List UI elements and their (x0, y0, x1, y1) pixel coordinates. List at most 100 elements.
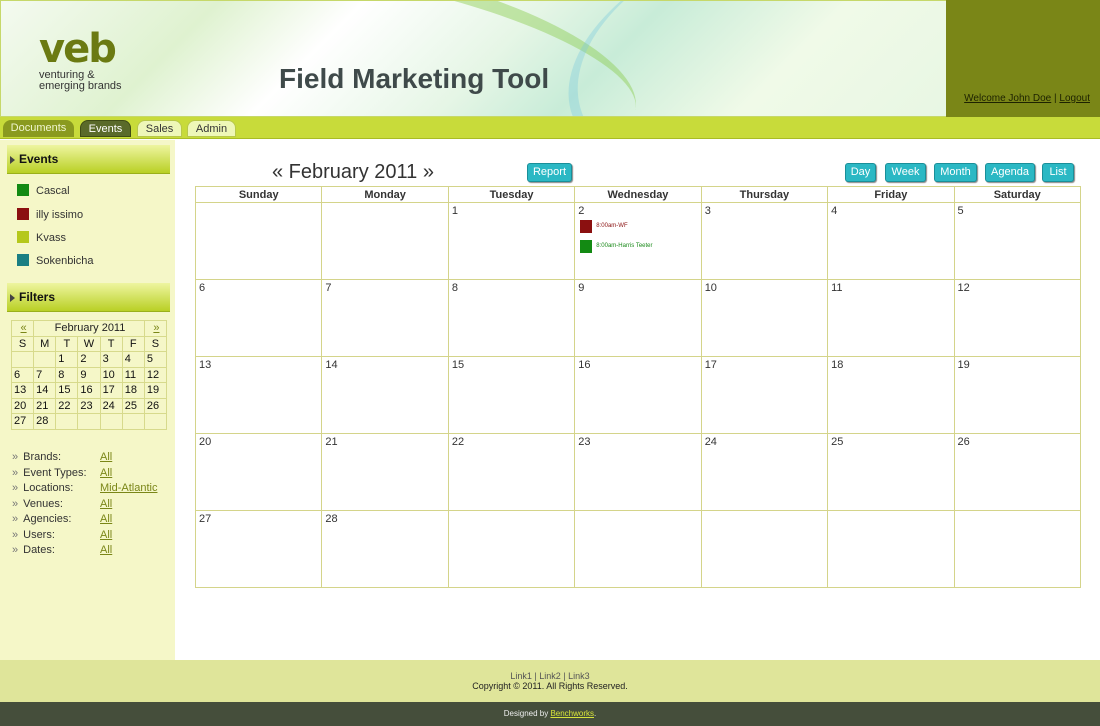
calendar-day-cell[interactable]: 11 (827, 279, 955, 357)
calendar-day-cell[interactable]: 23 (574, 433, 702, 511)
footer-link-2[interactable]: Link2 (539, 671, 561, 681)
mini-cal-day[interactable]: 26 (143, 397, 168, 414)
veb-logo[interactable]: veb venturing & emerging brands (39, 29, 149, 101)
mini-cal-day[interactable]: 9 (77, 366, 101, 383)
calendar-day-cell[interactable]: 5 (953, 202, 1082, 280)
calendar-day-cell[interactable]: 20 (194, 433, 323, 511)
mini-cal-day[interactable]: 3 (99, 351, 123, 368)
calendar-day-cell[interactable] (827, 510, 955, 588)
mini-cal-day[interactable]: 10 (99, 366, 123, 383)
mini-cal-day[interactable]: 20 (10, 397, 35, 414)
filter-value-link[interactable]: All (100, 513, 112, 525)
calendar-day-cell[interactable]: 1 (447, 202, 576, 280)
calendar-day-cell[interactable]: 25 (827, 433, 955, 511)
calendar-day-cell[interactable] (574, 510, 702, 588)
mini-cal-day[interactable]: 13 (10, 382, 35, 399)
mini-cal-day[interactable]: 18 (121, 382, 145, 399)
month-view-button[interactable]: Month (934, 163, 977, 182)
agenda-view-button[interactable]: Agenda (985, 163, 1035, 182)
brand-item-sokenbicha[interactable]: Sokenbicha (17, 254, 94, 268)
designer-link[interactable]: Benchworks (550, 709, 594, 718)
mini-cal-day[interactable]: 12 (143, 366, 168, 383)
mini-cal-day[interactable]: 5 (143, 351, 168, 368)
mini-cal-day[interactable]: 16 (77, 382, 101, 399)
mini-cal-day[interactable]: 2 (77, 351, 101, 368)
calendar-day-cell[interactable]: 13 (194, 356, 323, 434)
mini-cal-day[interactable]: 17 (99, 382, 123, 399)
calendar-day-cell[interactable]: 8 (447, 279, 576, 357)
calendar-day-cell[interactable]: 3 (700, 202, 829, 280)
calendar-day-cell[interactable]: 2 8:00am-WF 8:00am-Harris Teeter (574, 202, 702, 280)
calendar-day-cell[interactable]: 6 (194, 279, 323, 357)
brand-item-cascal[interactable]: Cascal (17, 184, 70, 198)
calendar-day-cell[interactable]: 28 (321, 510, 449, 588)
calendar-day-cell[interactable]: 24 (700, 433, 829, 511)
mini-cal-day[interactable]: 23 (77, 397, 101, 414)
month-title[interactable]: « February 2011 » (272, 161, 434, 184)
mini-cal-day[interactable]: 19 (143, 382, 168, 399)
footer-link-3[interactable]: Link3 (568, 671, 590, 681)
calendar-day-cell[interactable]: 9 (574, 279, 702, 357)
mini-cal-day[interactable]: 27 (10, 413, 35, 430)
mini-cal-next-button[interactable]: » (143, 320, 168, 337)
calendar-day-cell[interactable] (447, 510, 576, 588)
calendar-day-cell[interactable] (953, 510, 1082, 588)
calendar-day-cell[interactable]: 10 (700, 279, 829, 357)
mini-cal-day[interactable]: 7 (33, 366, 57, 383)
mini-cal-day[interactable]: 8 (55, 366, 79, 383)
filter-value-link[interactable]: All (100, 529, 112, 541)
calendar-day-cell[interactable] (700, 510, 829, 588)
mini-cal-prev-button[interactable]: « (10, 320, 35, 337)
calendar-day-number: 3 (704, 205, 711, 217)
calendar-day-cell[interactable]: 17 (700, 356, 829, 434)
logout-link[interactable]: Logout (1059, 93, 1090, 104)
mini-cal-day[interactable]: 4 (121, 351, 145, 368)
calendar-day-cell[interactable]: 21 (321, 433, 449, 511)
calendar-day-cell[interactable]: 7 (321, 279, 449, 357)
calendar-day-cell[interactable]: 16 (574, 356, 702, 434)
calendar-event[interactable]: 8:00am-WF (580, 220, 628, 233)
calendar-day-cell[interactable]: 15 (447, 356, 576, 434)
calendar-day-cell[interactable]: 26 (953, 433, 1082, 511)
brand-item-illy-issimo[interactable]: illy issimo (17, 208, 83, 222)
calendar-day-cell[interactable] (321, 202, 449, 280)
week-view-button[interactable]: Week (885, 163, 926, 182)
filters-panel-header[interactable]: Filters (7, 283, 170, 312)
mini-cal-day[interactable]: 24 (99, 397, 123, 414)
calendar-day-cell[interactable] (194, 202, 323, 280)
events-panel-header[interactable]: Events (7, 145, 170, 174)
mini-cal-day[interactable]: 22 (55, 397, 79, 414)
calendar-event[interactable]: 8:00am-Harris Teeter (580, 240, 653, 253)
tab-documents[interactable]: Documents (3, 120, 74, 137)
tab-admin[interactable]: Admin (187, 120, 236, 137)
tab-sales[interactable]: Sales (137, 120, 182, 137)
footer-link-1[interactable]: Link1 (510, 671, 532, 681)
filter-value-link[interactable]: All (100, 498, 112, 510)
filter-value-link[interactable]: All (100, 467, 112, 479)
mini-cal-day[interactable]: 28 (33, 413, 57, 430)
welcome-user-link[interactable]: Welcome John Doe (964, 93, 1051, 104)
calendar-day-cell[interactable]: 27 (194, 510, 323, 588)
calendar-day-cell[interactable]: 12 (953, 279, 1082, 357)
mini-cal-day[interactable]: 14 (33, 382, 57, 399)
report-button[interactable]: Report (527, 163, 572, 182)
calendar-day-cell[interactable]: 19 (953, 356, 1082, 434)
calendar-day-cell[interactable]: 14 (321, 356, 449, 434)
mini-cal-day[interactable]: 11 (121, 366, 145, 383)
mini-cal-day[interactable]: 1 (55, 351, 79, 368)
filter-value-link[interactable]: Mid-Atlantic (100, 482, 157, 494)
calendar-day-cell[interactable]: 4 (827, 202, 955, 280)
calendar-day-cell[interactable]: 22 (447, 433, 576, 511)
mini-cal-day[interactable]: 25 (121, 397, 145, 414)
day-view-button[interactable]: Day (845, 163, 876, 182)
mini-cal-day[interactable]: 21 (33, 397, 57, 414)
brand-item-kvass[interactable]: Kvass (17, 231, 66, 245)
mini-cal-month: February 2011 (33, 320, 145, 337)
filter-value-link[interactable]: All (100, 451, 112, 463)
mini-cal-day[interactable]: 15 (55, 382, 79, 399)
mini-cal-day[interactable]: 6 (10, 366, 35, 383)
tab-events[interactable]: Events (80, 120, 131, 137)
calendar-day-cell[interactable]: 18 (827, 356, 955, 434)
filter-value-link[interactable]: All (100, 544, 112, 556)
list-view-button[interactable]: List (1042, 163, 1074, 182)
